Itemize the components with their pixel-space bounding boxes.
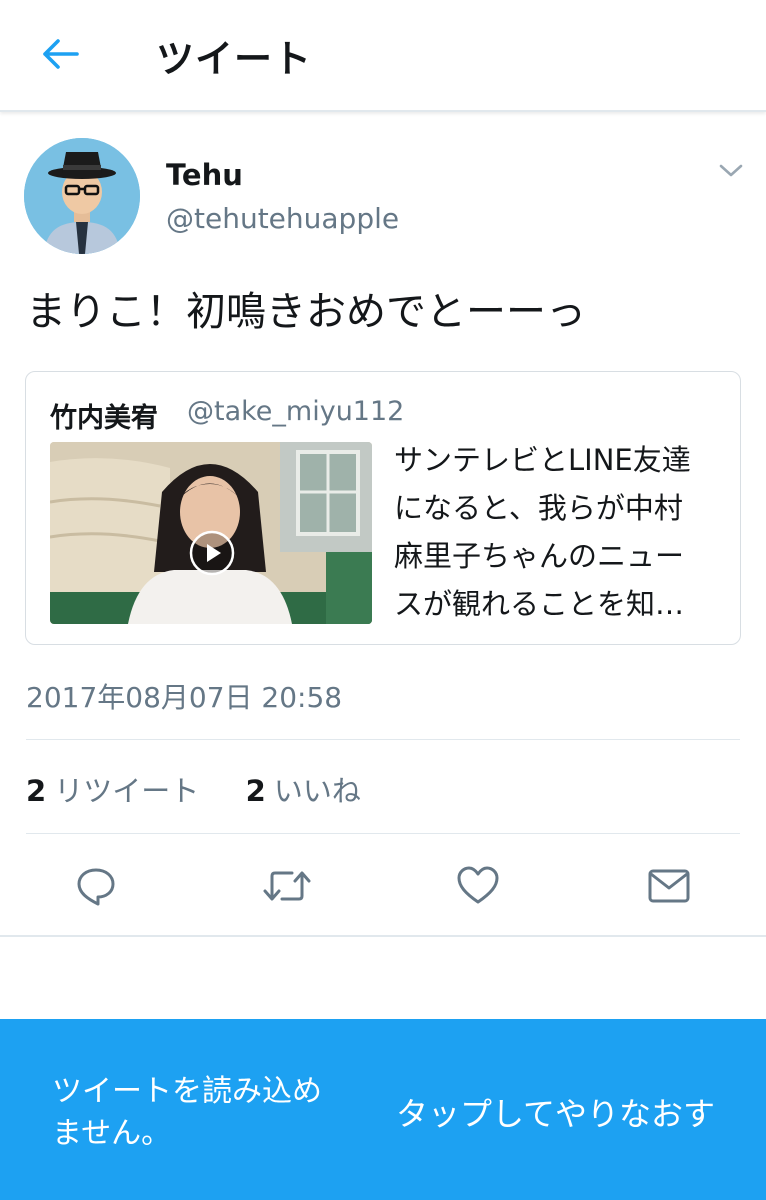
quoted-text-line: になると、我らが中村 bbox=[394, 491, 683, 525]
quoted-author-name: 竹内美宥 bbox=[50, 403, 158, 434]
quoted-text-line: スが観れることを知… bbox=[394, 587, 685, 621]
chevron-down-icon bbox=[719, 164, 743, 177]
direct-message-button[interactable] bbox=[643, 860, 695, 912]
author-name[interactable]: Tehu bbox=[166, 158, 243, 192]
page-title: ツイート bbox=[156, 37, 313, 81]
more-options-button[interactable] bbox=[716, 158, 746, 184]
retry-button[interactable]: タップしてやりなおす bbox=[396, 1089, 715, 1135]
quoted-tweet-text: サンテレビとLINE友達 になると、我らが中村 麻里子ちゃんのニュー スが観れる… bbox=[394, 436, 724, 628]
error-message-line: ツイートを読み込め bbox=[52, 1074, 322, 1109]
reply-button[interactable] bbox=[70, 860, 122, 912]
divider bbox=[26, 833, 740, 834]
retweet-count: 2 bbox=[26, 774, 47, 808]
divider bbox=[0, 935, 766, 937]
like-label: いいね bbox=[273, 774, 361, 808]
error-message: ツイートを読み込め ません。 bbox=[52, 1071, 352, 1155]
retweet-stat[interactable]: 2 リツイート bbox=[26, 774, 208, 808]
arrow-left-icon bbox=[43, 39, 79, 69]
like-icon bbox=[457, 866, 499, 904]
tweet-text: まりこ！初鳴きおめでとーーっ bbox=[26, 289, 586, 335]
avatar-image bbox=[24, 138, 140, 254]
retweet-button[interactable] bbox=[261, 860, 313, 912]
avatar[interactable] bbox=[24, 138, 140, 254]
like-stat[interactable]: 2 いいね bbox=[246, 774, 361, 808]
like-count: 2 bbox=[245, 774, 266, 808]
author-handle[interactable]: @tehutehuapple bbox=[166, 202, 399, 235]
retweet-icon bbox=[263, 871, 311, 901]
retweet-label: リツイート bbox=[54, 774, 200, 808]
quoted-video-thumbnail[interactable] bbox=[50, 442, 372, 624]
load-error-bar: ツイートを読み込め ません。 タップしてやりなおす bbox=[0, 1019, 766, 1200]
reply-icon bbox=[77, 868, 115, 906]
quoted-author-handle: @take_miyu112 bbox=[187, 396, 405, 427]
tweet-timestamp: 2017年08月07日 20:58 bbox=[26, 681, 343, 714]
quoted-text-line: 麻里子ちゃんのニュー bbox=[394, 539, 685, 573]
quoted-text-line: サンテレビとLINE友達 bbox=[394, 443, 691, 477]
play-icon bbox=[189, 530, 235, 576]
direct-message-icon bbox=[648, 869, 690, 903]
divider bbox=[26, 739, 740, 740]
app-header: ツイート bbox=[0, 0, 766, 112]
tweet-stats: 2 リツイート 2 いいね bbox=[26, 768, 361, 810]
back-button[interactable] bbox=[30, 30, 90, 78]
error-message-line: ません。 bbox=[52, 1116, 172, 1151]
quoted-tweet[interactable]: 竹内美宥 @take_miyu112 サンテレビとLINE友達 になると、我らが… bbox=[25, 371, 741, 645]
like-button[interactable] bbox=[452, 860, 504, 912]
